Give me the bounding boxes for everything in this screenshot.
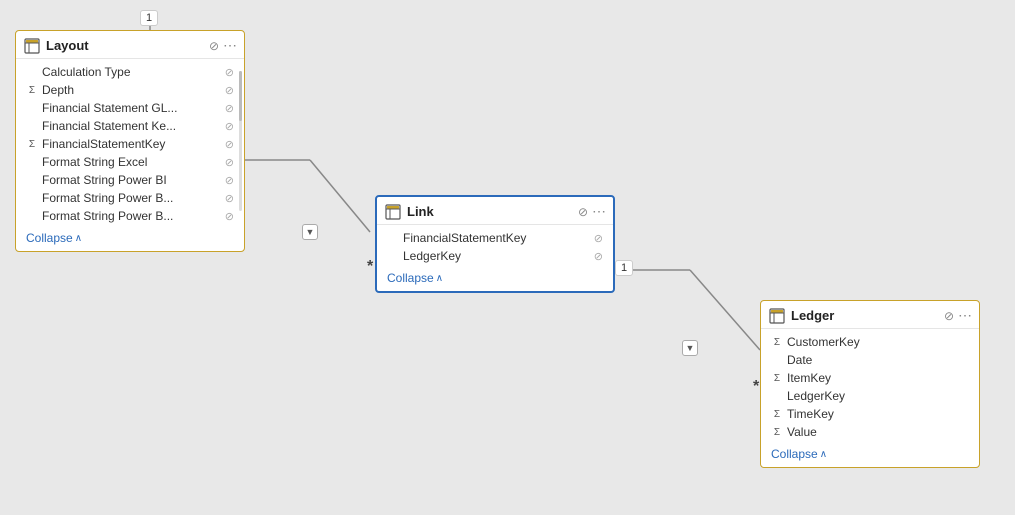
scrollbar[interactable] [239, 71, 242, 211]
connector-arrow-1: ▼ [302, 224, 318, 240]
field-eye-icon[interactable]: ⊘ [225, 210, 234, 223]
list-item: Σ Depth ⊘ [16, 81, 244, 99]
badge-top: 1 [140, 10, 158, 26]
field-eye-icon[interactable]: ⊘ [225, 120, 234, 133]
ledger-card-body: Σ CustomerKey Date Σ ItemKey LedgerKey Σ… [761, 329, 979, 443]
layout-card-footer: Collapse ∧ [16, 227, 244, 251]
sigma-icon: Σ [771, 373, 783, 384]
field-eye-icon[interactable]: ⊘ [594, 232, 603, 245]
link-card-body: FinancialStatementKey ⊘ LedgerKey ⊘ [377, 225, 613, 267]
list-item: Σ Value [761, 423, 979, 441]
link-card-header: Link ⊘ ⋯ [377, 197, 613, 225]
link-card-actions[interactable]: ⊘ ⋯ [578, 203, 605, 220]
asterisk-1: * [367, 258, 373, 276]
sigma-icon: Σ [771, 427, 783, 438]
list-item: Calculation Type ⊘ [16, 63, 244, 81]
field-eye-icon[interactable]: ⊘ [225, 66, 234, 79]
ledger-eye-icon[interactable]: ⊘ [944, 309, 954, 323]
ledger-card-title: Ledger [791, 308, 938, 323]
ledger-collapse-button[interactable]: Collapse ∧ [771, 447, 969, 461]
list-item: Financial Statement Ke... ⊘ [16, 117, 244, 135]
field-eye-icon[interactable]: ⊘ [225, 156, 234, 169]
field-eye-icon[interactable]: ⊘ [225, 102, 234, 115]
layout-card: Layout ⊘ ⋯ Calculation Type ⊘ Σ Depth ⊘ … [15, 30, 245, 252]
layout-eye-icon[interactable]: ⊘ [209, 39, 219, 53]
ledger-card: Ledger ⊘ ⋯ Σ CustomerKey Date Σ ItemKey … [760, 300, 980, 468]
field-eye-icon[interactable]: ⊘ [594, 250, 603, 263]
list-item: Financial Statement GL... ⊘ [16, 99, 244, 117]
list-item: Σ TimeKey [761, 405, 979, 423]
badge-link-ledger: 1 [615, 260, 633, 276]
field-eye-icon[interactable]: ⊘ [225, 138, 234, 151]
list-item: FinancialStatementKey ⊘ [377, 229, 613, 247]
ledger-card-actions[interactable]: ⊘ ⋯ [944, 307, 971, 324]
layout-card-body: Calculation Type ⊘ Σ Depth ⊘ Financial S… [16, 59, 244, 227]
link-table-icon [385, 204, 401, 220]
layout-collapse-button[interactable]: Collapse ∧ [26, 231, 234, 245]
field-eye-icon[interactable]: ⊘ [225, 192, 234, 205]
connector-arrow-2: ▼ [682, 340, 698, 356]
ledger-card-header: Ledger ⊘ ⋯ [761, 301, 979, 329]
layout-card-title: Layout [46, 38, 203, 53]
list-item: Format String Excel ⊘ [16, 153, 244, 171]
list-item: Σ ItemKey [761, 369, 979, 387]
ledger-table-icon [769, 308, 785, 324]
list-item: Format String Power BI ⊘ [16, 171, 244, 189]
list-item: Format String Power B... ⊘ [16, 207, 244, 225]
sigma-icon: Σ [26, 139, 38, 150]
link-dots-icon[interactable]: ⋯ [592, 203, 605, 220]
ledger-card-footer: Collapse ∧ [761, 443, 979, 467]
list-item: Σ FinancialStatementKey ⊘ [16, 135, 244, 153]
link-card: Link ⊘ ⋯ FinancialStatementKey ⊘ LedgerK… [375, 195, 615, 293]
layout-dots-icon[interactable]: ⋯ [223, 37, 236, 54]
ledger-dots-icon[interactable]: ⋯ [958, 307, 971, 324]
layout-card-header: Layout ⊘ ⋯ [16, 31, 244, 59]
sigma-icon: Σ [771, 409, 783, 420]
link-card-footer: Collapse ∧ [377, 267, 613, 291]
list-item: Format String Power B... ⊘ [16, 189, 244, 207]
sigma-icon: Σ [771, 337, 783, 348]
field-eye-icon[interactable]: ⊘ [225, 174, 234, 187]
sigma-icon: Σ [26, 85, 38, 96]
list-item: LedgerKey ⊘ [377, 247, 613, 265]
link-collapse-button[interactable]: Collapse ∧ [387, 271, 603, 285]
list-item: LedgerKey [761, 387, 979, 405]
field-eye-icon[interactable]: ⊘ [225, 84, 234, 97]
layout-table-icon [24, 38, 40, 54]
layout-card-actions[interactable]: ⊘ ⋯ [209, 37, 236, 54]
list-item: Σ CustomerKey [761, 333, 979, 351]
asterisk-2: * [753, 378, 759, 396]
link-card-title: Link [407, 204, 572, 219]
list-item: Date [761, 351, 979, 369]
link-eye-icon[interactable]: ⊘ [578, 205, 588, 219]
